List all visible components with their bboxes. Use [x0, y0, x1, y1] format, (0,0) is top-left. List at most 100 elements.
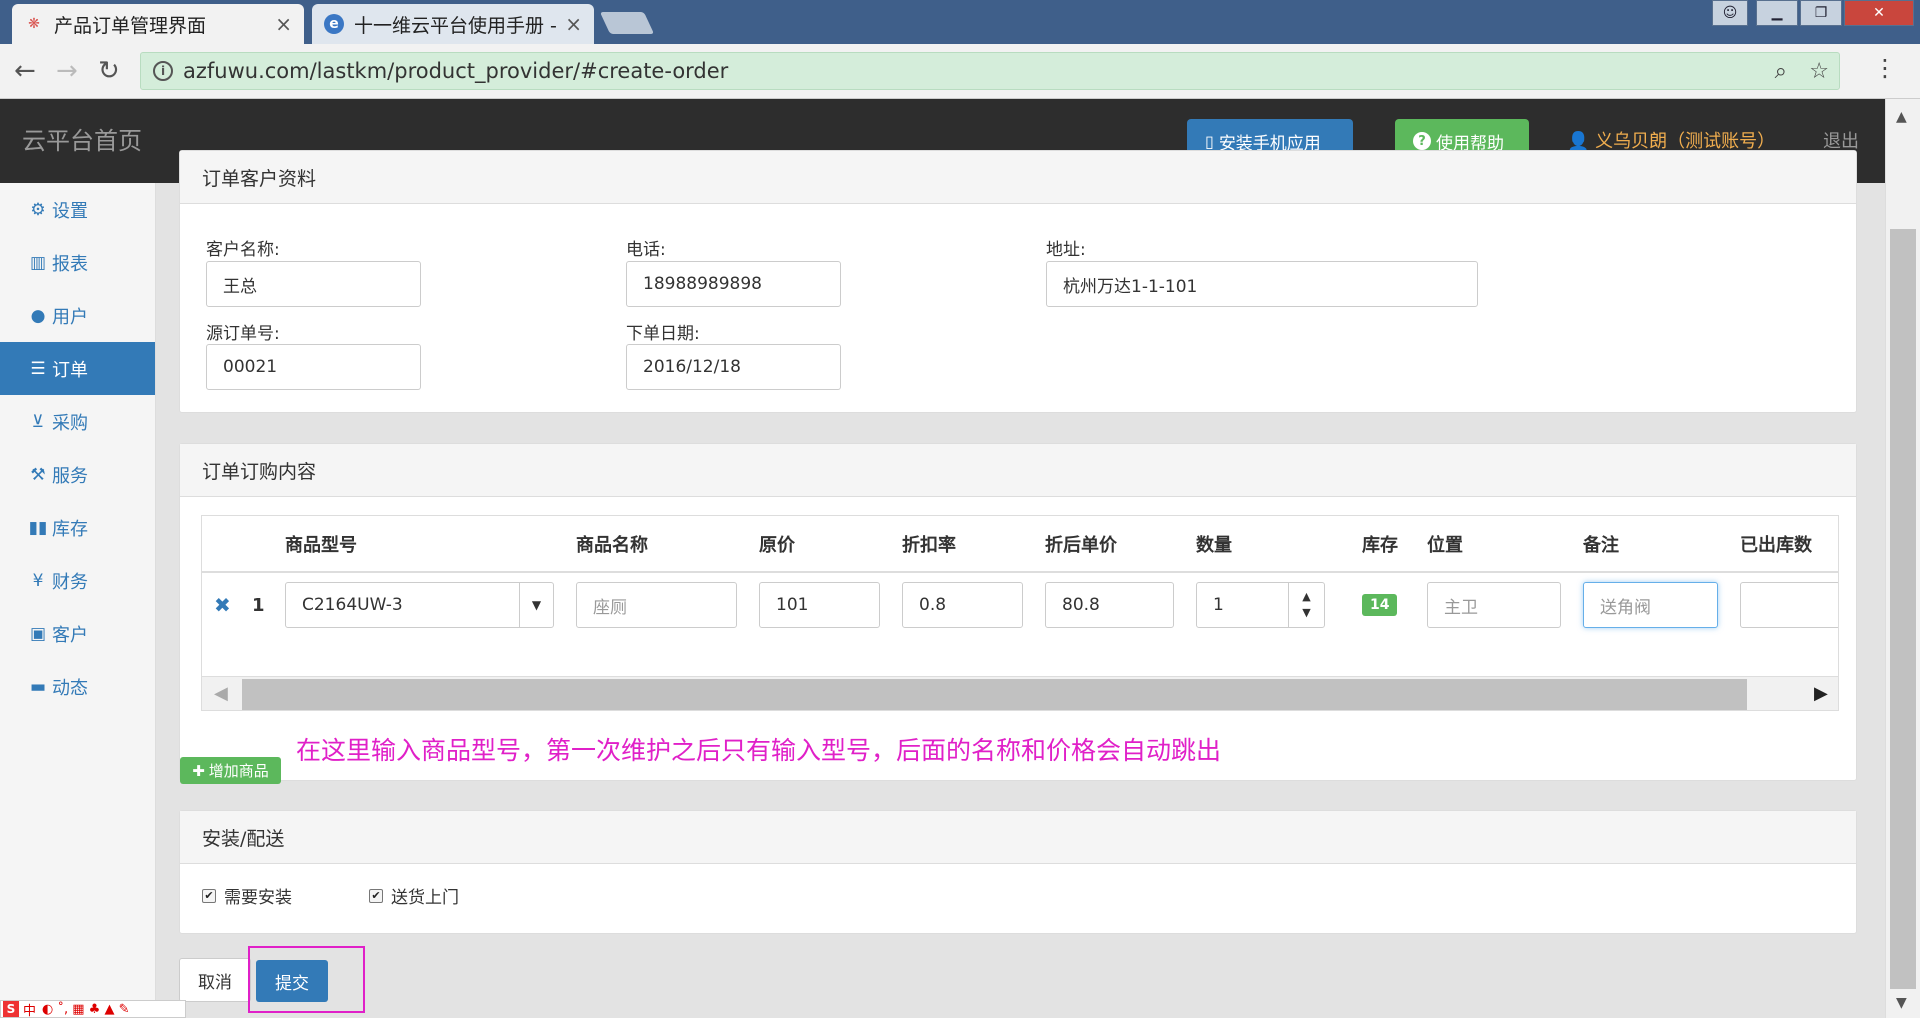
remove-row-icon[interactable]: ✖: [214, 593, 231, 617]
sidebar-item-purchasing[interactable]: ⊻ 采购: [0, 395, 155, 448]
brand-home-link[interactable]: 云平台首页: [22, 121, 142, 156]
address-bar: ← → ↻ i azfuwu.com/lastkm/product_provid…: [0, 44, 1920, 99]
page-scroll-thumb[interactable]: [1890, 229, 1916, 989]
scroll-thumb[interactable]: [242, 679, 1747, 710]
panel-title: 订单订购内容: [202, 460, 317, 483]
add-product-button[interactable]: ✚ 增加商品: [180, 757, 281, 784]
question-icon: ?: [1413, 132, 1431, 150]
ime-punctuation-icon[interactable]: ◐ ˚, ▦ ♣ ▲ ✎: [42, 1002, 129, 1017]
browser-tab-manual[interactable]: e 十一维云平台使用手册 - ×: [312, 4, 594, 44]
back-icon[interactable]: ←: [14, 56, 36, 86]
col-header-discount: 折扣率: [902, 534, 956, 556]
delivery-checkbox[interactable]: ✔ 送货上门: [369, 883, 459, 908]
wrench-icon: ⚒: [30, 464, 46, 485]
address-input[interactable]: 杭州万达1-1-101: [1046, 261, 1478, 307]
star-icon[interactable]: ☆: [1809, 59, 1829, 84]
order-date-label: 下单日期:: [626, 324, 700, 344]
header-divider: [202, 571, 1838, 573]
cancel-button[interactable]: 取消: [179, 958, 251, 1002]
chevron-down-icon[interactable]: ▼: [519, 583, 553, 627]
delivery-panel-heading: 安装/配送: [180, 811, 1856, 864]
url-field[interactable]: i azfuwu.com/lastkm/product_provider/#cr…: [140, 52, 1840, 90]
url-text: azfuwu.com/lastkm/product_provider/#crea…: [183, 59, 729, 83]
sidebar-item-label: 库存: [52, 518, 88, 540]
profile-icon[interactable]: ☺: [1712, 0, 1748, 26]
sidebar-item-finance[interactable]: ¥ 财务: [0, 554, 155, 607]
tab-title: 产品订单管理界面: [54, 14, 207, 37]
col-header-model: 商品型号: [285, 534, 357, 556]
quantity-value: 1: [1213, 595, 1224, 615]
discounted-price-input[interactable]: 80.8: [1045, 582, 1174, 628]
col-header-price: 原价: [759, 534, 795, 556]
sidebar-item-users[interactable]: ● 用户: [0, 289, 155, 342]
sidebar-item-reports[interactable]: ▥ 报表: [0, 236, 155, 289]
customer-name-input[interactable]: 王总: [206, 261, 421, 307]
annotation-highlight-box: [248, 946, 365, 1013]
price-input[interactable]: 101: [759, 582, 880, 628]
close-tab-icon[interactable]: ×: [565, 12, 582, 36]
order-items-table: 商品型号 商品名称 原价 折扣率 折后单价 数量 库存 位置 备注 已出库数 ✖…: [201, 515, 1839, 711]
checkbox-checked-icon[interactable]: ✔: [202, 888, 216, 903]
model-select[interactable]: C2164UW-3 ▼: [285, 582, 554, 628]
scroll-left-icon[interactable]: ◀: [214, 683, 228, 704]
customer-panel-heading: 订单客户资料: [180, 151, 1856, 204]
sidebar-item-label: 用户: [52, 306, 88, 328]
position-input[interactable]: 主卫: [1427, 582, 1561, 628]
scroll-down-icon[interactable]: ▼: [1896, 995, 1907, 1011]
ime-mode[interactable]: 中: [23, 1000, 36, 1018]
quantity-stepper[interactable]: 1 ▲ ▼: [1196, 582, 1325, 628]
sidebar-item-settings[interactable]: ⚙ 设置: [0, 183, 155, 236]
close-tab-icon[interactable]: ×: [275, 12, 292, 36]
sidebar-item-customers[interactable]: ▣ 客户: [0, 607, 155, 660]
col-header-name: 商品名称: [576, 534, 648, 556]
phone-input[interactable]: 18988989898: [626, 261, 841, 307]
increment-icon[interactable]: ▲: [1302, 589, 1310, 605]
page-vertical-scrollbar[interactable]: ▲ ▼: [1885, 99, 1920, 1018]
scroll-up-icon[interactable]: ▲: [1896, 109, 1907, 125]
remark-input[interactable]: 送角阀: [1583, 582, 1718, 628]
source-order-input[interactable]: 00021: [206, 344, 421, 390]
sidebar-item-orders[interactable]: ☰ 订单: [0, 342, 155, 395]
shipped-input[interactable]: [1740, 582, 1838, 628]
ime-toolbar[interactable]: S 中 ◐ ˚, ▦ ♣ ▲ ✎: [0, 1000, 186, 1018]
barcode-icon: ▮▮: [28, 517, 48, 538]
customer-panel: 订单客户资料 客户名称: 王总 电话: 18988989898 地址: 杭州万达…: [179, 150, 1857, 413]
checkbox-checked-icon[interactable]: ✔: [369, 888, 383, 903]
add-product-label: 增加商品: [208, 762, 269, 780]
decrement-icon[interactable]: ▼: [1302, 605, 1310, 621]
menu-icon[interactable]: ⋮: [1873, 54, 1897, 82]
user-icon: 👤: [1567, 131, 1590, 152]
sidebar-item-inventory[interactable]: ▮▮ 库存: [0, 501, 155, 554]
install-checkbox[interactable]: ✔ 需要安装: [202, 883, 292, 908]
minimize-icon[interactable]: ▁: [1756, 0, 1798, 26]
order-panel-heading: 订单订购内容: [180, 444, 1856, 497]
info-icon[interactable]: i: [153, 61, 173, 81]
window-close-icon[interactable]: ✕: [1844, 0, 1914, 26]
scroll-right-icon[interactable]: ▶: [1814, 683, 1828, 704]
maximize-icon[interactable]: ❐: [1800, 0, 1842, 26]
plus-icon: ✚: [192, 761, 205, 780]
delivery-panel: 安装/配送 ✔ 需要安装 ✔ 送货上门: [179, 810, 1857, 934]
product-name-input[interactable]: 座厕: [576, 582, 737, 628]
install-label: 需要安装: [224, 888, 292, 908]
reload-icon[interactable]: ↻: [98, 56, 120, 86]
tab-title: 十一维云平台使用手册 -: [354, 14, 557, 37]
col-header-discounted-price: 折后单价: [1045, 534, 1117, 556]
sidebar-item-activity[interactable]: ▬ 动态: [0, 660, 155, 713]
discount-input[interactable]: 0.8: [902, 582, 1023, 628]
forward-icon[interactable]: →: [56, 56, 78, 86]
stepper-arrows[interactable]: ▲ ▼: [1288, 583, 1324, 627]
sidebar-item-label: 财务: [52, 571, 88, 593]
sidebar-item-label: 动态: [52, 677, 88, 699]
sidebar-item-service[interactable]: ⚒ 服务: [0, 448, 155, 501]
table-horizontal-scrollbar[interactable]: ◀ ▶: [202, 676, 1838, 710]
sidebar-item-label: 服务: [52, 465, 88, 487]
new-tab-button[interactable]: [599, 12, 655, 34]
briefcase-icon: ▣: [29, 623, 47, 644]
site-favicon-icon: ❋: [28, 16, 40, 32]
comment-icon: ▬: [29, 676, 47, 697]
browser-tab-active[interactable]: ❋ 产品订单管理界面 ×: [12, 4, 304, 44]
order-date-input[interactable]: 2016/12/18: [626, 344, 841, 390]
zoom-icon[interactable]: ⌕: [1775, 59, 1787, 84]
stock-badge: 14: [1362, 594, 1398, 616]
